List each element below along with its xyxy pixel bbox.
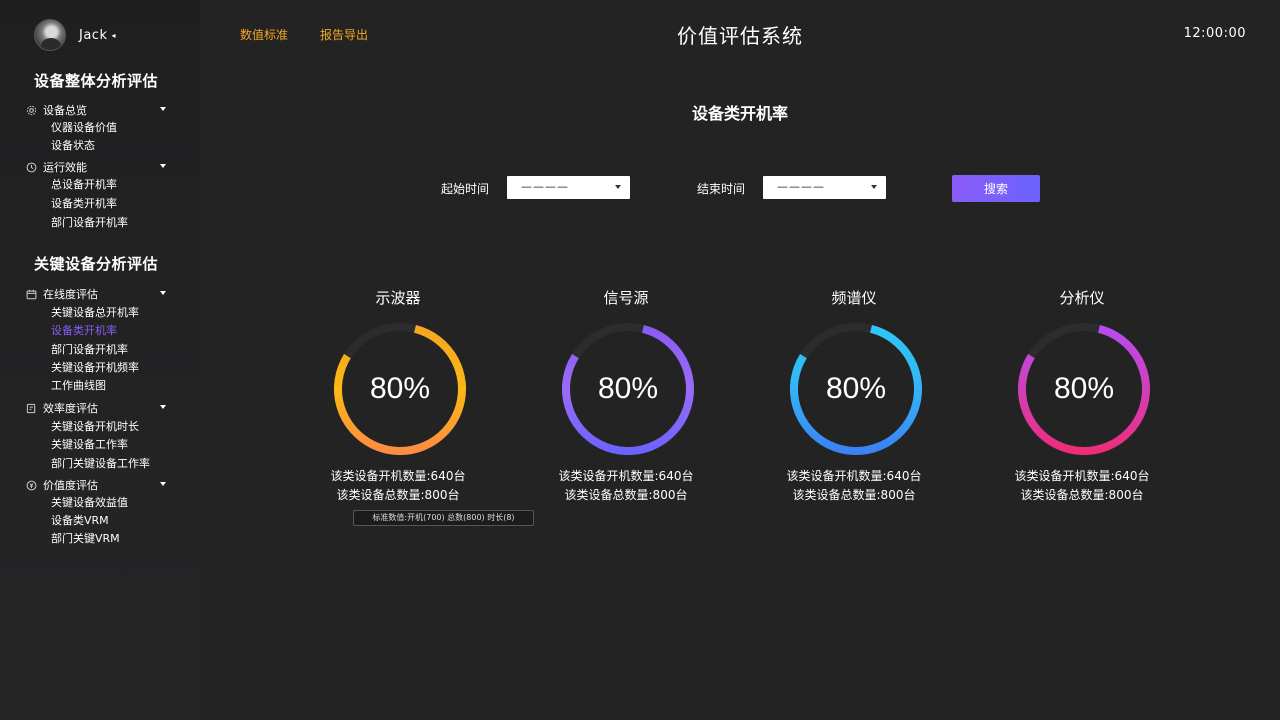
user-menu[interactable]: Jack ◂ xyxy=(34,19,116,51)
sidebar-group-label: 价值度评估 xyxy=(43,479,98,492)
gauge-percent: 80% xyxy=(597,372,659,405)
sidebar-item-work-curve[interactable]: 工作曲线图 xyxy=(51,378,106,394)
sidebar-group-label: 设备总览 xyxy=(43,104,87,117)
sidebar-item-category-vrm[interactable]: 设备类VRM xyxy=(51,513,109,529)
sidebar: Jack ◂ 设备整体分析评估 设备总览 仪器设备价值 设备状态 运行效能 总设… xyxy=(0,0,200,720)
sidebar-group-overview[interactable]: 设备总览 xyxy=(26,102,170,118)
end-time-value: ———— xyxy=(777,180,825,193)
user-caret-icon: ◂ xyxy=(111,30,116,40)
on-count: 该类设备开机数量:640台 xyxy=(786,469,922,483)
total-count: 该类设备总数量:800台 xyxy=(1020,488,1144,502)
value-standard-link[interactable]: 数值标准 xyxy=(240,26,288,43)
sidebar-item-instrument-value[interactable]: 仪器设备价值 xyxy=(51,120,117,136)
coin-icon xyxy=(26,480,37,491)
sidebar-item-department-key-vrm[interactable]: 部门关键VRM xyxy=(51,531,120,547)
on-count: 该类设备开机数量:640台 xyxy=(558,469,694,483)
calendar-icon xyxy=(26,289,37,300)
section-title-overall: 设备整体分析评估 xyxy=(34,72,159,90)
total-count: 该类设备总数量:800台 xyxy=(564,488,688,502)
chevron-down-icon[interactable] xyxy=(160,107,166,111)
chevron-down-icon[interactable] xyxy=(160,164,166,168)
sidebar-item-device-status[interactable]: 设备状态 xyxy=(51,138,95,154)
end-time-select[interactable]: ———— xyxy=(763,176,886,199)
section-title-key: 关键设备分析评估 xyxy=(34,255,159,273)
sidebar-item-total-uptime[interactable]: 总设备开机率 xyxy=(51,177,117,193)
user-name: Jack xyxy=(79,27,108,43)
card-title: 频谱仪 xyxy=(831,289,877,307)
gauge-percent: 80% xyxy=(825,372,887,405)
start-time-select[interactable]: ———— xyxy=(507,176,630,199)
sidebar-group-label: 运行效能 xyxy=(43,161,87,174)
sidebar-item-key-work-rate[interactable]: 关键设备工作率 xyxy=(51,437,128,453)
standard-value-tooltip: 标准数值:开机(700) 总数(800) 时长(8) xyxy=(353,510,534,526)
sidebar-item-key-uptime-frequency[interactable]: 关键设备开机频率 xyxy=(51,360,139,376)
card-title: 分析仪 xyxy=(1059,289,1105,307)
report-export-link[interactable]: 报告导出 xyxy=(320,26,368,43)
on-count: 该类设备开机数量:640台 xyxy=(1014,469,1150,483)
search-button[interactable]: 搜索 xyxy=(952,175,1040,202)
card-title: 信号源 xyxy=(603,289,649,307)
chevron-down-icon[interactable] xyxy=(160,482,166,486)
sidebar-item-key-department-uptime[interactable]: 部门设备开机率 xyxy=(51,342,128,358)
sidebar-group-label: 效率度评估 xyxy=(43,402,98,415)
sidebar-group-efficiency-eval[interactable]: 效率度评估 xyxy=(26,400,170,416)
sidebar-item-category-uptime[interactable]: 设备类开机率 xyxy=(51,196,117,212)
start-time-label: 起始时间 xyxy=(441,182,490,196)
gauge-card-spectrum-analyzer: 频谱仪 80% 该类设备开机数量:640台 该类设备总数量:800台 xyxy=(744,285,964,510)
card-title: 示波器 xyxy=(375,289,421,307)
sidebar-item-key-uptime-duration[interactable]: 关键设备开机时长 xyxy=(51,419,139,435)
edit-icon xyxy=(26,403,37,414)
sidebar-group-label: 在线度评估 xyxy=(43,288,98,301)
avatar[interactable] xyxy=(34,19,66,51)
app-title: 价值评估系统 xyxy=(677,24,803,48)
start-time-value: ———— xyxy=(521,180,569,193)
gauge-card-signal-source: 信号源 80% 该类设备开机数量:640台 该类设备总数量:800台 xyxy=(516,285,736,510)
sidebar-item-department-uptime[interactable]: 部门设备开机率 xyxy=(51,215,128,231)
clock-icon xyxy=(26,162,37,173)
gauge-percent: 80% xyxy=(1053,372,1115,405)
sidebar-item-key-category-uptime[interactable]: 设备类开机率 xyxy=(51,323,117,339)
total-count: 该类设备总数量:800台 xyxy=(336,488,460,502)
on-count: 该类设备开机数量:640台 xyxy=(330,469,466,483)
total-count: 该类设备总数量:800台 xyxy=(792,488,916,502)
sidebar-item-key-benefit[interactable]: 关键设备效益值 xyxy=(51,495,128,511)
gauge-percent: 80% xyxy=(369,372,431,405)
gauge-card-oscilloscope: 示波器 80% 该类设备开机数量:640台 该类设备总数量:800台 xyxy=(288,285,508,510)
chevron-down-icon[interactable] xyxy=(160,405,166,409)
sidebar-group-online[interactable]: 在线度评估 xyxy=(26,286,170,302)
page-title: 设备类开机率 xyxy=(691,104,788,123)
sidebar-item-key-total-uptime[interactable]: 关键设备总开机率 xyxy=(51,305,139,321)
clock: 12:00:00 xyxy=(1183,26,1246,41)
chevron-down-icon xyxy=(871,185,877,189)
chevron-down-icon xyxy=(615,185,621,189)
gauge-card-analyzer: 分析仪 80% 该类设备开机数量:640台 该类设备总数量:800台 xyxy=(972,285,1192,510)
end-time-label: 结束时间 xyxy=(697,182,746,196)
sidebar-item-department-key-work-rate[interactable]: 部门关键设备工作率 xyxy=(51,456,150,472)
gear-icon xyxy=(26,105,37,116)
sidebar-group-value-eval[interactable]: 价值度评估 xyxy=(26,477,170,493)
chevron-down-icon[interactable] xyxy=(160,291,166,295)
sidebar-group-efficiency[interactable]: 运行效能 xyxy=(26,159,170,175)
